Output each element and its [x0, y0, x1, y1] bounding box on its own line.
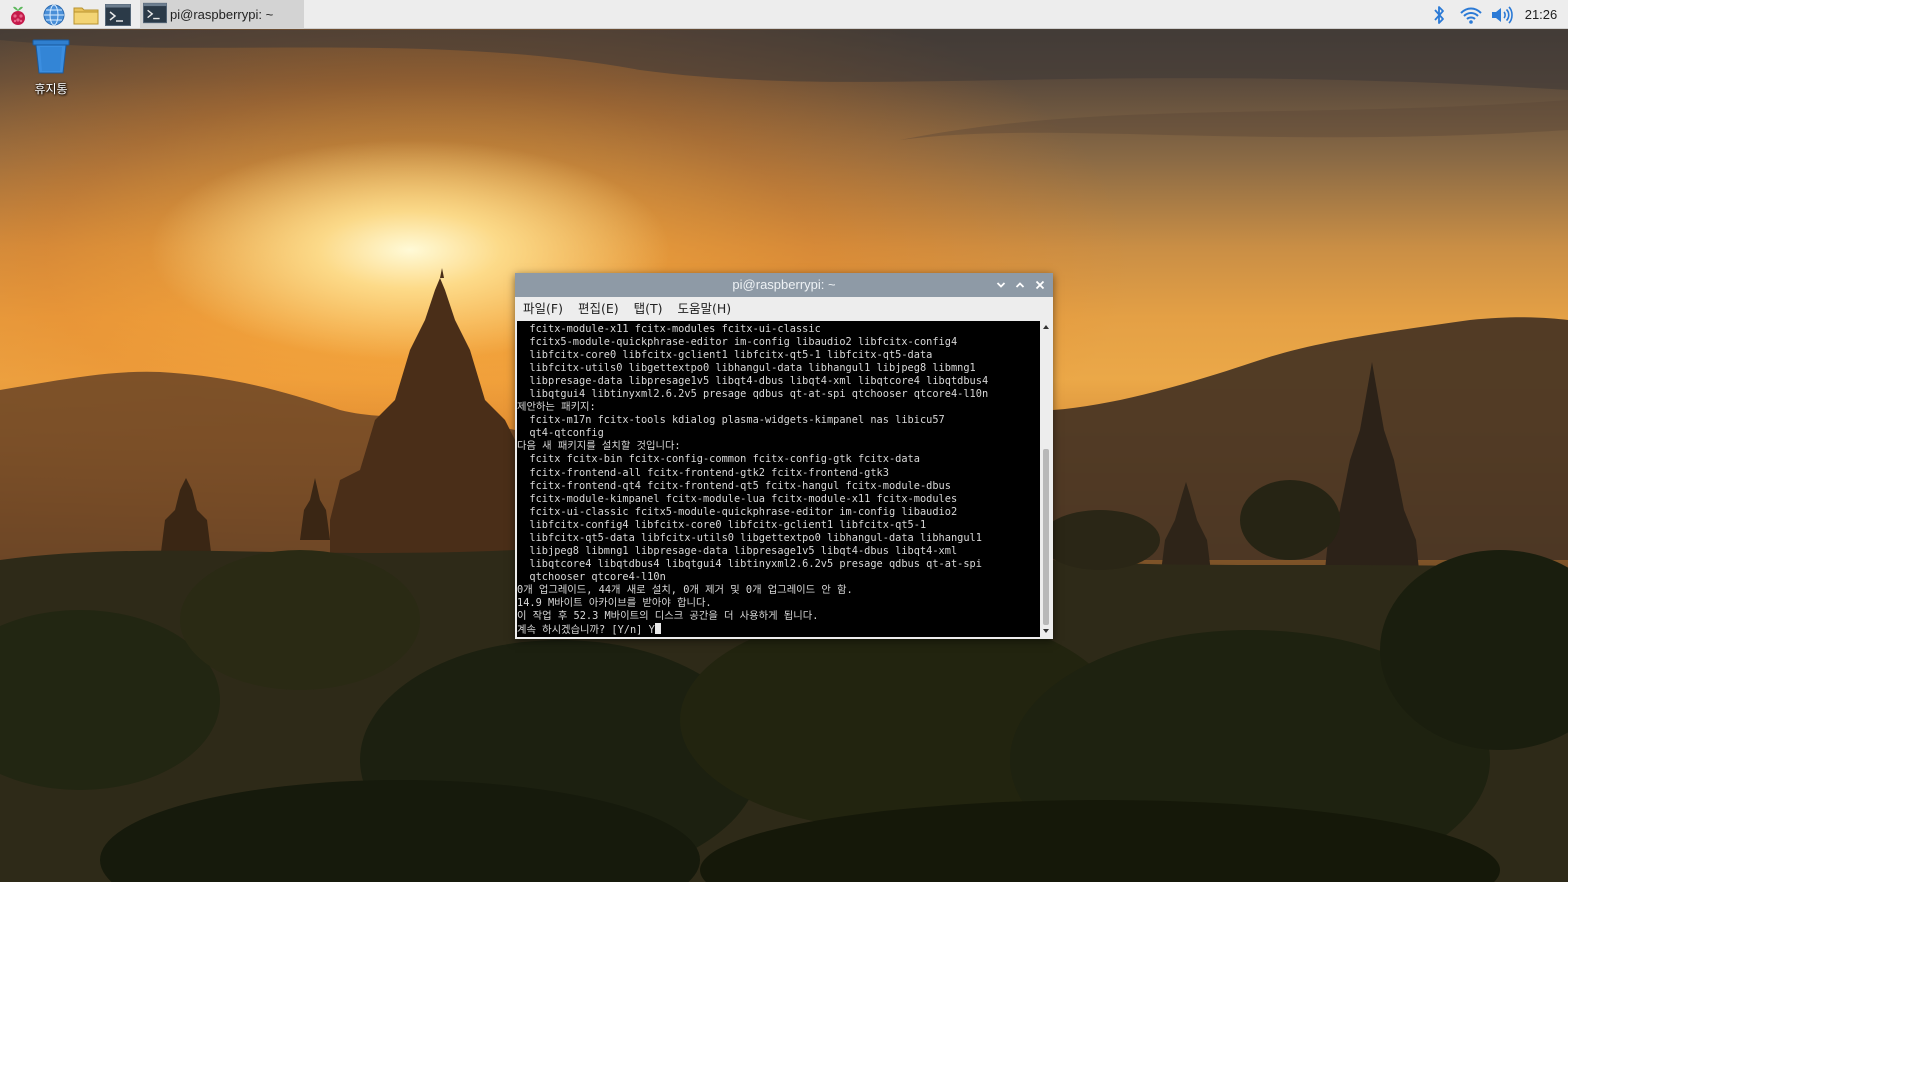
terminal-line: 0개 업그레이드, 44개 새로 설치, 0개 제거 및 0개 업그레이드 안 … [517, 583, 853, 596]
terminal-line: libqtgui4 libtinyxml2.6.2v5 presage qdbu… [517, 388, 989, 401]
chevron-down-icon [996, 282, 1006, 288]
menu-tabs[interactable]: 탭(T) [627, 297, 670, 321]
terminal-line: qtchooser qtcore4-l10n [517, 570, 666, 583]
terminal-line: qt4-qtconfig [517, 427, 604, 440]
clock[interactable]: 21:26 [1518, 0, 1564, 29]
scroll-up-icon[interactable] [1042, 323, 1050, 331]
window-titlebar[interactable]: pi@raspberrypi: ~ [515, 273, 1053, 297]
terminal-line: fcitx-ui-classic fcitx5-module-quickphra… [517, 505, 958, 518]
minimize-button[interactable] [993, 277, 1009, 293]
bluetooth-icon[interactable] [1428, 2, 1450, 27]
menu-edit[interactable]: 편집(E) [571, 297, 626, 321]
web-browser-icon[interactable] [40, 2, 68, 27]
terminal-line: fcitx fcitx-bin fcitx-config-common fcit… [517, 453, 920, 466]
terminal-line: 제안하는 패키지: [517, 401, 596, 414]
terminal-line: libfcitx-core0 libfcitx-gclient1 libfcit… [517, 349, 933, 362]
trash-label: 휴지통 [34, 82, 68, 96]
file-manager-icon[interactable] [72, 2, 100, 27]
close-button[interactable] [1032, 277, 1048, 293]
terminal-line: fcitx-module-kimpanel fcitx-module-lua f… [517, 492, 958, 505]
terminal-text: fcitx-module-x11 fcitx-modules fcitx-ui-… [517, 323, 988, 637]
maximize-button[interactable] [1012, 277, 1028, 293]
scrollbar-thumb[interactable] [1043, 449, 1049, 625]
terminal-line: libqtcore4 libqtdbus4 libqtgui4 libtinyx… [517, 557, 982, 570]
terminal-line: 14.9 M바이트 아카이브를 받아야 합니다. [517, 596, 712, 609]
chevron-up-icon [1015, 282, 1025, 288]
raspberry-menu-icon[interactable] [4, 2, 32, 27]
terminal-scrollbar[interactable] [1041, 321, 1051, 637]
terminal-line: libfcitx-config4 libfcitx-core0 libfcitx… [517, 518, 927, 531]
trash-icon [32, 39, 70, 78]
terminal-line: fcitx5-module-quickphrase-editor im-conf… [517, 336, 958, 349]
scroll-down-icon[interactable] [1042, 627, 1050, 635]
menu-file[interactable]: 파일(F) [516, 297, 570, 321]
terminal-line: fcitx-frontend-qt4 fcitx-frontend-qt5 fc… [517, 479, 951, 492]
top-panel: pi@raspberrypi: ~ 21:26 [0, 0, 1568, 29]
wifi-icon[interactable] [1458, 2, 1484, 27]
taskbar-terminal-button[interactable]: pi@raspberrypi: ~ [140, 0, 304, 29]
taskbar-terminal-label: pi@raspberrypi: ~ [170, 7, 274, 22]
terminal-line: libpresage-data libpresage1v5 libqt4-dbu… [517, 375, 989, 388]
terminal-cursor [654, 623, 661, 635]
terminal-line: libfcitx-utils0 libgettextpo0 libhangul-… [517, 362, 976, 375]
terminal-window: pi@raspberrypi: ~ 파일(F) 편집(E) 탭(T) 도움말(H… [515, 273, 1053, 639]
terminal-line: libfcitx-qt5-data libfcitx-utils0 libget… [517, 531, 982, 544]
window-title: pi@raspberrypi: ~ [732, 277, 836, 292]
terminal-line: fcitx-module-x11 fcitx-modules fcitx-ui-… [517, 323, 821, 335]
terminal-line: 다음 새 패키지를 설치할 것입니다: [517, 440, 681, 453]
terminal-line: fcitx-m17n fcitx-tools kdialog plasma-wi… [517, 414, 945, 427]
terminal-line: fcitx-frontend-all fcitx-frontend-gtk2 f… [517, 466, 889, 479]
terminal-icon[interactable] [104, 2, 132, 27]
terminal-menubar: 파일(F) 편집(E) 탭(T) 도움말(H) [515, 297, 1053, 321]
terminal-prompt: 계속 하시겠습니까? [Y/n] Y [517, 624, 655, 637]
menu-help[interactable]: 도움말(H) [671, 297, 739, 321]
close-icon [1035, 280, 1045, 290]
volume-icon[interactable] [1488, 2, 1516, 27]
terminal-line: 이 작업 후 52.3 M바이트의 디스크 공간을 더 사용하게 됩니다. [517, 610, 819, 623]
terminal-line: libjpeg8 libmng1 libpresage-data libpres… [517, 544, 958, 557]
trash-desktop-icon[interactable]: 휴지통 [22, 38, 80, 100]
terminal-icon [143, 2, 167, 28]
terminal-output[interactable]: fcitx-module-x11 fcitx-modules fcitx-ui-… [517, 321, 1040, 637]
